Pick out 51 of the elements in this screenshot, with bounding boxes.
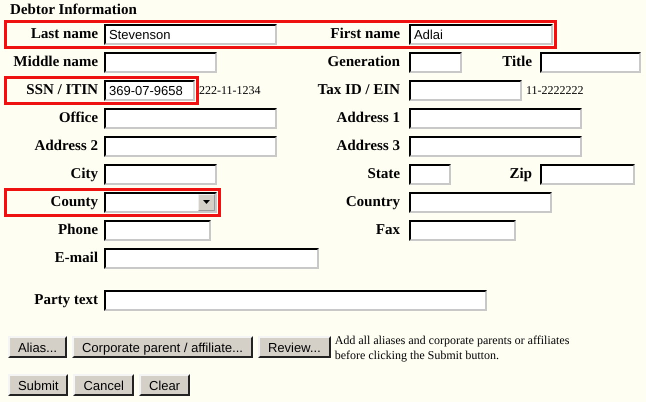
form-button[interactable]: Clear — [138, 374, 190, 396]
field-label: State — [366, 166, 400, 182]
input-field[interactable] — [104, 52, 217, 72]
input-field[interactable]: Stevenson — [104, 24, 277, 44]
input-field[interactable] — [104, 290, 487, 310]
county-select[interactable] — [104, 192, 217, 212]
input-field[interactable] — [409, 164, 451, 184]
form-button[interactable]: Submit — [8, 374, 68, 396]
field-label: Address 2 — [34, 138, 98, 154]
input-field[interactable] — [540, 164, 635, 184]
field-label: First name — [329, 26, 400, 42]
input-field[interactable] — [409, 80, 522, 100]
dialog-button[interactable]: Alias... — [8, 336, 68, 358]
input-field[interactable] — [104, 248, 319, 268]
field-label: Fax — [374, 222, 400, 238]
field-label: Tax ID / EIN — [316, 82, 400, 98]
caret-icon — [203, 200, 210, 204]
field-label: Address 3 — [336, 138, 400, 154]
field-label: Zip — [508, 166, 532, 182]
field-label: County — [49, 194, 98, 210]
field-label: Title — [501, 54, 532, 70]
field-label: Address 1 — [336, 110, 400, 126]
field-label: E-mail — [54, 250, 98, 266]
field-label: Generation — [326, 54, 400, 70]
dialog-button[interactable]: Corporate parent / affiliate... — [72, 336, 253, 358]
section-title: Debtor Information — [9, 2, 138, 20]
field-note: 222-11-1234 — [199, 82, 261, 98]
input-field[interactable] — [104, 220, 211, 240]
input-field[interactable] — [104, 108, 277, 128]
input-field[interactable] — [409, 220, 516, 240]
help-text: Add all aliases and corporate parents or affiliates before clicking the Submit button. — [334, 333, 570, 363]
field-label: Middle name — [12, 54, 98, 70]
field-note: 11-2222222 — [526, 82, 584, 98]
field-label: Last name — [30, 26, 98, 42]
input-field[interactable] — [104, 136, 277, 156]
field-label: Country — [344, 194, 400, 210]
field-label: Party text — [33, 292, 98, 308]
field-label: City — [70, 166, 98, 182]
input-field[interactable] — [409, 136, 582, 156]
input-field[interactable] — [540, 52, 641, 72]
form-button[interactable]: Cancel — [73, 374, 134, 396]
dialog-button[interactable]: Review... — [258, 336, 331, 358]
field-label: Office — [58, 110, 98, 126]
input-field[interactable] — [409, 192, 552, 212]
input-field[interactable]: Adlai — [409, 24, 553, 44]
input-field[interactable] — [409, 108, 582, 128]
field-label: Phone — [56, 222, 98, 238]
input-field[interactable] — [104, 164, 217, 184]
input-field[interactable] — [409, 52, 462, 72]
field-label: SSN / ITIN — [25, 82, 98, 98]
input-field[interactable]: 369-07-9658 — [104, 80, 195, 100]
